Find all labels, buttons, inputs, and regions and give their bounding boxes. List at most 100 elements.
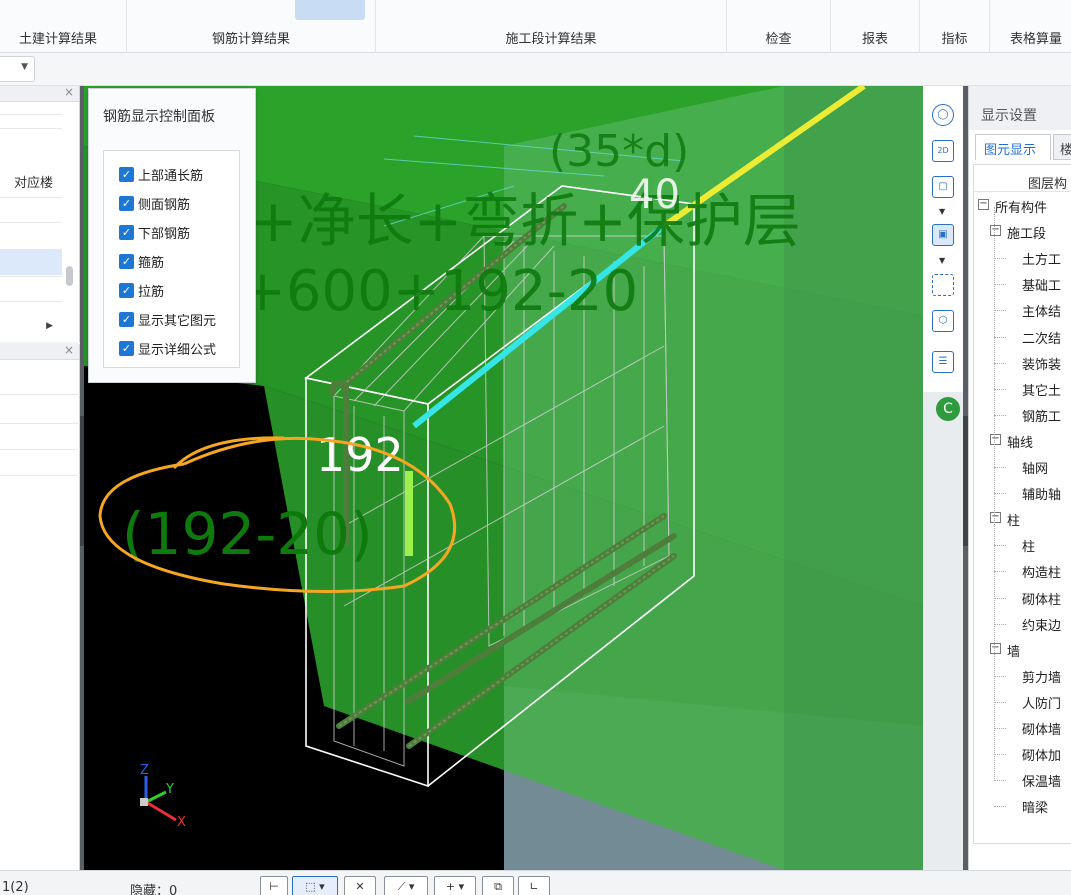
checkbox-checked-icon[interactable]: ✓ [119,340,134,356]
close-icon[interactable]: × [64,343,74,357]
fit-view-icon[interactable] [932,274,954,296]
tree-connector [994,207,995,782]
tree-connector [994,571,1006,573]
tree-item[interactable]: − 墙 [974,637,1071,663]
ribbon-group-stage-results[interactable]: 施工段计算结果 [376,0,727,53]
tree-item[interactable]: 钢筋工 [974,402,1071,428]
collapse-icon[interactable]: − [990,225,1001,237]
checkbox-checked-icon[interactable]: ✓ [119,195,134,211]
option-bottom-rebar[interactable]: ✓ 下部钢筋 [119,222,190,242]
tree-item[interactable]: 柱 [974,532,1071,558]
tab-floor-display[interactable]: 楼 [1053,134,1071,160]
checkbox-checked-icon[interactable]: ✓ [119,253,134,269]
table-row-selected[interactable] [0,249,62,275]
panel-header: × [0,343,79,360]
tree-item[interactable]: 二次结 [974,324,1071,350]
tree-item[interactable]: 装饰装 [974,350,1071,376]
option-stirrup[interactable]: ✓ 箍筋 [119,251,164,271]
checkbox-checked-icon[interactable]: ✓ [119,224,134,240]
box-select-icon[interactable]: ⬚ ▾ [292,876,338,895]
divider [0,128,62,129]
overlay-formula-line2: +600+192-20 [239,259,638,324]
tree-item-label: 二次结 [1022,331,1062,347]
layer-tree: 图层构 − 所有构件 − 施工段 土方工 基础工 主体结 二次结 装饰装 其它土 钢筋工 − 轴线 轴网辅… [973,164,1071,844]
tree-item[interactable]: 其它土 [974,376,1071,402]
tab-element-display[interactable]: 图元显示 [975,134,1051,160]
tree-item[interactable]: − 轴线 [974,428,1071,454]
tree-item-label: 砌体墙 [1022,723,1062,738]
collapse-icon[interactable]: − [990,642,1001,654]
angle-tool-icon[interactable]: ∟ [518,876,550,895]
tree-item-label: 人防门 [1022,696,1062,712]
tree-item[interactable]: − 施工段 [974,219,1071,245]
tree-connector [994,623,1006,625]
status-bar: 1(2) 隐藏：0 ⊢ ⬚ ▾ ✕ ⟋ ▾ + ▾ ⧉ ∟ [0,870,1071,895]
collapse-icon[interactable]: − [990,512,1001,524]
tree-item[interactable]: 砌体加 [974,741,1071,767]
ribbon-group-report[interactable]: 报表 [831,0,920,53]
tree-connector [994,493,1006,495]
tree-item[interactable]: 轴网 [974,454,1071,480]
scrollbar-thumb[interactable] [66,266,73,286]
line-tool-icon[interactable]: ⟋ ▾ [384,876,428,895]
tree-item[interactable]: 剪力墙 [974,663,1071,689]
tree-item-label: 约束边 [1022,618,1062,634]
overlay-35d: (35*d) [549,126,689,177]
chevron-down-icon[interactable]: ▼ [939,207,945,216]
ribbon-group-index[interactable]: 指标 [920,0,990,53]
tree-item[interactable]: 土方工 [974,245,1071,271]
orbit-icon[interactable]: ◯ [932,104,954,126]
tree-item[interactable]: 构造柱 [974,558,1071,584]
checkbox-checked-icon[interactable]: ✓ [119,311,134,327]
tree-item-label: 柱 [1007,514,1021,530]
close-icon[interactable]: × [64,85,74,99]
floor-dropdown[interactable]: ▼ [0,56,35,82]
3d-box-icon[interactable]: ▢ [932,176,954,198]
2d-view-icon[interactable]: 2D [932,140,954,162]
checkbox-checked-icon[interactable]: ✓ [119,166,134,182]
ribbon: 土建计算结果 钢筋计算结果 施工段计算结果 检查 报表 指标 表格算量 [0,0,1071,53]
divider [0,449,80,450]
tree-item[interactable]: 砌体墙 [974,715,1071,741]
layer-list-icon[interactable]: ☰ [932,351,954,373]
divider [0,197,62,198]
add-tool-icon[interactable]: + ▾ [434,876,476,895]
c-button[interactable]: C [936,397,960,421]
tree-connector [994,728,1006,729]
ribbon-group-label: 施工段计算结果 [505,32,597,47]
tree-item[interactable]: 约束边 [974,611,1071,637]
tree-item[interactable]: 主体结 [974,297,1071,323]
cube-select-icon[interactable]: ⬡ [932,310,954,332]
ribbon-group-label: 表格算量 [1010,32,1063,47]
ribbon-group-table-qty[interactable]: 表格算量 [990,0,1071,53]
tree-item[interactable]: 人防门 [974,689,1071,715]
option-show-other-elements[interactable]: ✓ 显示其它图元 [119,309,216,329]
tree-item[interactable]: 辅助轴 [974,480,1071,506]
option-side-rebar[interactable]: ✓ 侧面钢筋 [119,193,190,213]
cross-select-icon[interactable]: ✕ [344,876,376,895]
ribbon-group-check[interactable]: 检查 [727,0,831,53]
option-show-detailed-formula[interactable]: ✓ 显示详细公式 [119,338,216,358]
ribbon-group-rebar-results[interactable]: 钢筋计算结果 [127,0,376,53]
tree-item[interactable]: − 柱 [974,506,1071,532]
checkbox-checked-icon[interactable]: ✓ [119,282,134,298]
ribbon-group-label: 报表 [861,32,888,47]
tree-connector [994,310,1006,312]
chevron-down-icon[interactable]: ▼ [939,256,945,265]
collapse-icon[interactable]: − [990,433,1001,445]
select-tool-icon[interactable]: ⊢ [260,876,288,895]
collapse-icon[interactable]: − [978,199,989,210]
tree-item[interactable]: − 所有构件 [974,193,1071,219]
tree-item-label: 装饰装 [1022,357,1062,373]
copy-tool-icon[interactable]: ⧉ [482,876,514,895]
scroll-right-icon[interactable]: ▶ [46,321,53,331]
option-tie-bar[interactable]: ✓ 拉筋 [119,280,164,300]
option-top-through-rebar[interactable]: ✓ 上部通长筋 [119,164,203,184]
tree-item-label: 砌体柱 [1022,592,1062,608]
tree-item[interactable]: 暗梁 [974,793,1071,819]
tree-item[interactable]: 保温墙 [974,767,1071,793]
3d-box-solid-icon[interactable]: ▣ [932,224,954,246]
tree-item[interactable]: 砌体柱 [974,585,1071,611]
tree-item[interactable]: 基础工 [974,271,1071,297]
ribbon-group-civil-results[interactable]: 土建计算结果 [0,0,127,53]
